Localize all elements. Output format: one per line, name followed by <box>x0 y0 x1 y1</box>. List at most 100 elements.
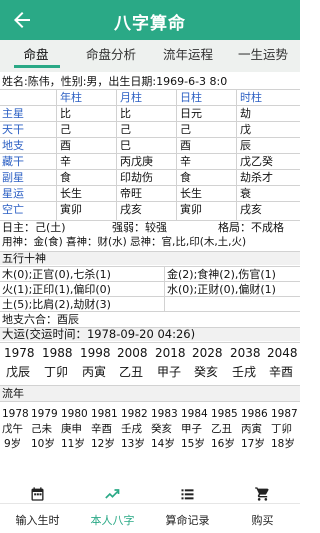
tab-lifetime[interactable]: 一生运势 <box>226 40 300 72</box>
table-cell: 劫 <box>240 107 251 120</box>
table-cell: 戊乙癸 <box>240 155 273 168</box>
liunian-age: 16岁 <box>211 438 235 450</box>
table-cell: 巳 <box>120 139 131 152</box>
table-cell: 帝旺 <box>120 187 142 200</box>
nav-my-bazi[interactable]: 本人八字 <box>75 489 150 533</box>
chart-content: 姓名:陈伟，性别:男，出生日期:1969-6-3 8:0 年柱 月柱 日柱 时柱… <box>0 72 300 503</box>
row-label: 藏干 <box>2 155 24 168</box>
dayun-year: 1998 <box>80 346 111 360</box>
table-cell: 酉 <box>180 139 191 152</box>
wuxing-item: 木(0);正官(0),七杀(1) <box>2 268 111 281</box>
nav-purchase[interactable]: 购买 <box>225 487 300 533</box>
table-cell: 己 <box>60 123 71 136</box>
dayun-year: 1978 <box>4 346 35 360</box>
liunian-age: 18岁 <box>271 438 295 450</box>
liunian-year: 1980 <box>61 408 88 420</box>
wuxing-item: 火(1);正印(1),偏印(0) <box>2 283 111 296</box>
dayun-year: 1988 <box>42 346 73 360</box>
table-cell: 寅卯 <box>60 203 82 216</box>
dayun-year: 2018 <box>155 346 186 360</box>
table-cell: 寅卯 <box>180 203 202 216</box>
trend-icon <box>105 489 120 499</box>
liunian-ganzhi: 癸亥 <box>151 423 172 435</box>
dayun-ganzhi: 癸亥 <box>194 365 219 379</box>
useful-gods: 用神：金(食) 喜神：财(水) 忌神：官,比,印(木,土,火) <box>2 236 247 248</box>
liunian-age: 14岁 <box>151 438 175 450</box>
liunian-ganzhi: 丁卯 <box>271 423 292 435</box>
liunian-title: 流年 <box>2 387 24 400</box>
liunian-ganzhi: 壬戌 <box>121 423 142 435</box>
table-cell: 印劫伤 <box>120 171 153 184</box>
earthly-branch-harmony: 地支六合：酉辰 <box>2 313 79 326</box>
dayun-year: 2028 <box>192 346 223 360</box>
liunian-age: 13岁 <box>121 438 145 450</box>
active-tab-indicator <box>14 65 60 68</box>
table-cell: 己 <box>180 123 191 136</box>
liunian-year: 1983 <box>151 408 178 420</box>
row-label: 天干 <box>2 123 24 136</box>
nav-label: 算命记录 <box>165 514 210 527</box>
wuxing-title: 五行十神 <box>2 252 46 265</box>
table-cell: 辛 <box>60 155 71 168</box>
cart-icon <box>255 487 269 501</box>
profile-line: 姓名:陈伟，性别:男，出生日期:1969-6-3 8:0 <box>2 75 228 88</box>
nav-input-birth[interactable]: 输入生时 <box>0 487 75 533</box>
wuxing-item: 土(5);比肩(2),劫财(3) <box>2 298 111 311</box>
row-label: 地支 <box>2 139 24 152</box>
tab-analysis[interactable]: 命盘分析 <box>72 40 150 72</box>
table-cell: 辰 <box>240 139 251 152</box>
pattern: 格局：不成格 <box>218 221 284 234</box>
liunian-year: 1984 <box>181 408 208 420</box>
dayun-ganzhi: 壬戌 <box>232 365 257 379</box>
table-cell: 戌亥 <box>240 203 262 216</box>
dayun-year: 2048 <box>267 346 298 360</box>
dayun-ganzhi: 丙寅 <box>82 365 107 379</box>
day-master: 日主：己(土) <box>2 221 66 234</box>
liunian-age: 15岁 <box>181 438 205 450</box>
header-year-pillar: 年柱 <box>60 91 82 104</box>
dayun-year: 2038 <box>230 346 261 360</box>
nav-label: 购买 <box>251 514 274 527</box>
table-cell: 食 <box>60 171 71 184</box>
tab-yearly[interactable]: 流年运程 <box>150 40 226 72</box>
row-label: 星运 <box>2 187 24 200</box>
liunian-age: 11岁 <box>61 438 85 450</box>
nav-label: 本人八字 <box>90 514 135 527</box>
row-label: 空亡 <box>2 203 24 216</box>
list-icon <box>181 489 194 500</box>
dayun-ganzhi: 甲子 <box>157 365 182 379</box>
dayun-ganzhi: 辛酉 <box>269 365 294 379</box>
liunian-ganzhi: 己未 <box>31 423 52 435</box>
table-cell: 日元 <box>180 107 202 120</box>
calendar-icon <box>31 487 44 501</box>
table-cell: 丙戊庚 <box>120 155 153 168</box>
row-label: 主星 <box>2 107 24 120</box>
liunian-ganzhi: 庚申 <box>61 423 82 435</box>
liunian-year: 1987 <box>271 408 298 420</box>
table-cell: 己 <box>120 123 131 136</box>
liunian-ganzhi: 丙寅 <box>241 423 262 435</box>
bottom-nav: 输入生时 本人八字 算命记录 购买 <box>0 487 300 533</box>
table-cell: 酉 <box>60 139 71 152</box>
liunian-age: 10岁 <box>31 438 55 450</box>
liunian-age: 17岁 <box>241 438 265 450</box>
liunian-ganzhi: 辛酉 <box>91 423 112 435</box>
strength: 强弱：较强 <box>112 221 167 234</box>
liunian-ganzhi: 乙丑 <box>211 423 232 435</box>
table-cell: 衰 <box>240 187 251 200</box>
dayun-title: 大运(交运时间：1978-09-20 04:26) <box>2 327 196 341</box>
liunian-year: 1982 <box>121 408 148 420</box>
app-bar: 八字算命 <box>0 0 300 40</box>
wuxing-item: 金(2);食神(2),伤官(1) <box>167 268 276 281</box>
table-cell: 辛 <box>180 155 191 168</box>
nav-records[interactable]: 算命记录 <box>150 489 225 533</box>
liunian-year: 1986 <box>241 408 268 420</box>
liunian-age: 9岁 <box>4 438 22 450</box>
table-cell: 戌亥 <box>120 203 142 216</box>
wuxing-item: 水(0);正财(0),偏财(1) <box>167 283 276 296</box>
dayun-year: 2008 <box>117 346 148 360</box>
table-cell: 食 <box>180 171 191 184</box>
table-cell: 比 <box>60 107 71 120</box>
liunian-age: 12岁 <box>91 438 115 450</box>
dayun-ganzhi: 丁卯 <box>44 365 69 379</box>
